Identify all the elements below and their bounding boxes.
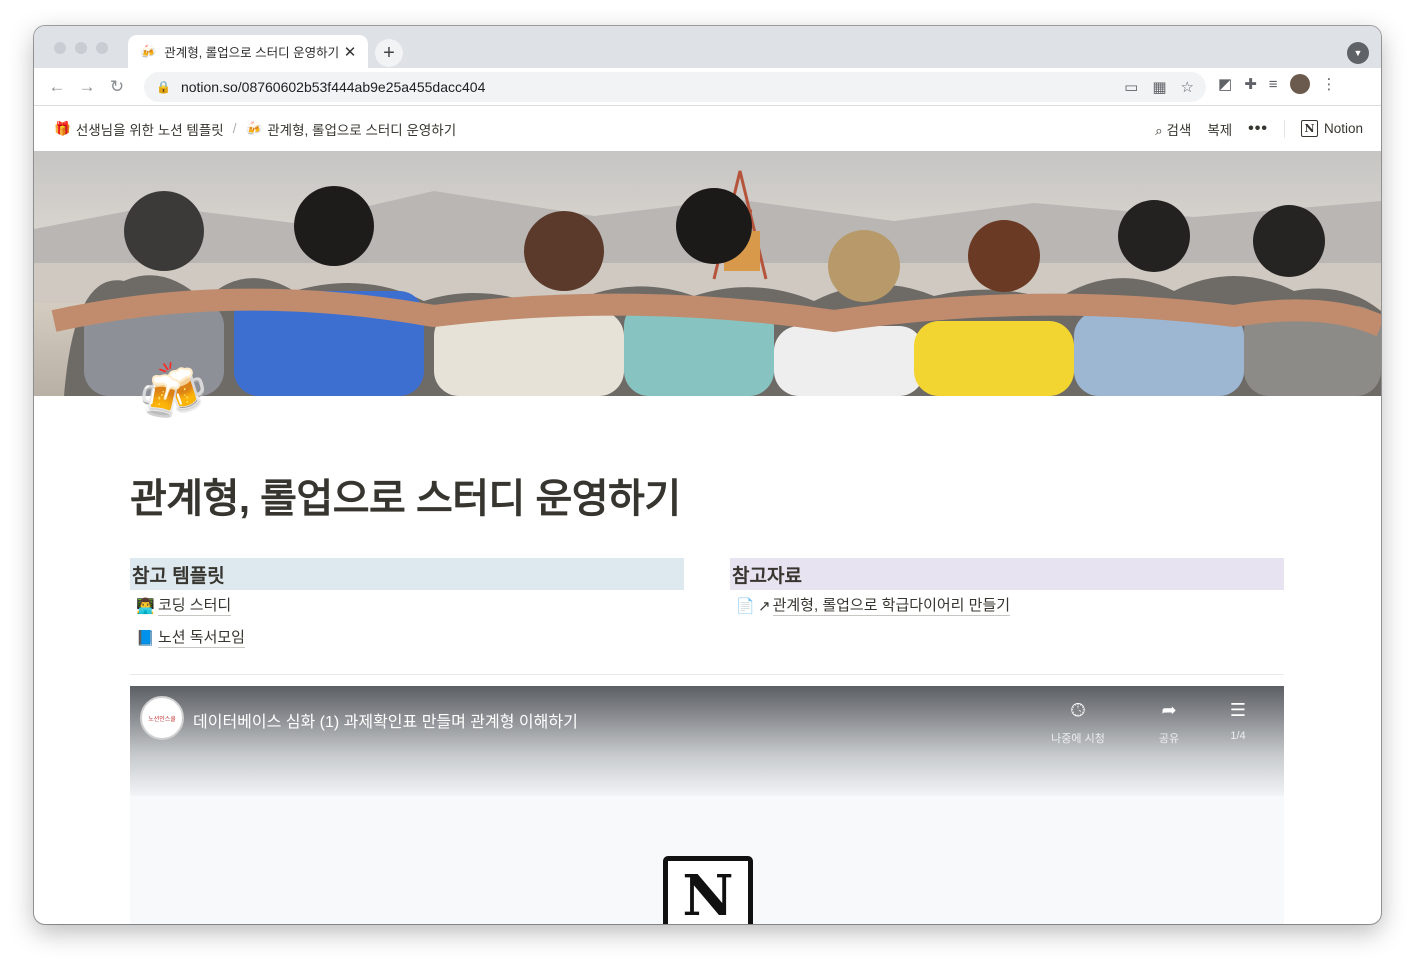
breadcrumb-item-current[interactable]: 🍻 관계형, 롤업으로 스터디 운영하기 <box>245 119 456 139</box>
breadcrumb-parent-label: 선생님을 위한 노션 템플릿 <box>75 122 224 138</box>
back-icon[interactable]: ← <box>42 77 72 97</box>
cover-photo-illustration <box>34 170 1381 396</box>
notion-label: Notion <box>1323 121 1363 136</box>
right-column-heading[interactable]: 참고자료 <box>730 558 1284 590</box>
page-link-class-diary[interactable]: 📄 ↗ 관계형, 롤업으로 학급다이어리 만들기 <box>730 590 1284 622</box>
maximize-window-button[interactable] <box>96 42 108 54</box>
breadcrumb-separator: / <box>232 121 237 136</box>
duplicate-button[interactable]: 복제 <box>1207 119 1232 139</box>
divider <box>130 674 1284 675</box>
forward-icon[interactable]: → <box>72 77 102 97</box>
share-button[interactable]: ➦ 공유 <box>1134 700 1204 746</box>
page-link-book-club[interactable]: 📘 노션 독서모임 <box>130 622 684 654</box>
address-bar[interactable]: 🔒 notion.so/08760602b53f444ab9e25a455dac… <box>144 72 1206 102</box>
tab-favicon-icon: 🍻 <box>140 43 157 59</box>
link-arrow-icon: ↗ <box>758 598 771 615</box>
youtube-embed[interactable]: 노션인스쿨 데이터베이스 심화 (1) 과제확인표 만들며 관계형 이해하기 🕓… <box>130 686 1284 924</box>
qr-code-icon[interactable]: ▦ <box>1152 78 1166 96</box>
more-options-icon[interactable]: ••• <box>1248 120 1268 138</box>
notion-logo-icon: N <box>663 856 753 924</box>
document-icon: 📄 <box>736 598 755 615</box>
url-text[interactable]: notion.so/08760602b53f444ab9e25a455dacc4… <box>181 79 1124 95</box>
window-controls <box>54 42 108 54</box>
two-column-layout: 참고 템플릿 👨‍💻 코딩 스터디 📘 노션 독서모임 참고자료 📄 ↗ 관계형… <box>130 558 1284 654</box>
browser-menu-icon[interactable]: ⋮ <box>1322 75 1337 93</box>
share-arrow-icon: ➦ <box>1161 700 1177 720</box>
reading-list-icon[interactable]: ≡ <box>1269 76 1278 93</box>
playlist-icon: ☰ <box>1229 700 1247 720</box>
channel-logo-text: 노션인스쿨 <box>148 716 176 723</box>
watch-later-button[interactable]: 🕓︎ 나중에 시청 <box>1043 700 1113 746</box>
gift-icon: 🎁 <box>54 120 71 136</box>
watch-later-label: 나중에 시청 <box>1051 733 1105 745</box>
tab-search-icon[interactable]: ▼ <box>1347 42 1369 64</box>
page-content: 관계형, 롤업으로 스터디 운영하기 참고 템플릿 👨‍💻 코딩 스터디 📘 노… <box>130 466 1284 924</box>
notion-logo-icon: N <box>1300 120 1318 137</box>
cover-image[interactable] <box>34 151 1381 396</box>
extensions-puzzle-icon[interactable]: ✚ <box>1244 75 1257 93</box>
page-title[interactable]: 관계형, 롤업으로 스터디 운영하기 <box>130 466 1284 524</box>
browser-window: 🍻 관계형, 롤업으로 스터디 운영하기 ✕ + ▼ ← → ↻ 🔒 notio… <box>34 26 1381 924</box>
breadcrumb-current-label: 관계형, 롤업으로 스터디 운영하기 <box>267 122 457 138</box>
lock-icon[interactable]: 🔒 <box>156 80 171 94</box>
notion-topbar: 🎁 선생님을 위한 노션 템플릿 / 🍻 관계형, 롤업으로 스터디 운영하기 … <box>34 106 1381 151</box>
channel-logo[interactable]: 노션인스쿨 <box>140 696 184 740</box>
beer-icon: 🍻 <box>245 120 263 136</box>
search-button[interactable]: ⌕ 검색 <box>1155 119 1191 139</box>
browser-toolbar: ← → ↻ 🔒 notion.so/08760602b53f444ab9e25a… <box>34 68 1381 106</box>
topbar-divider <box>1283 119 1285 138</box>
clock-icon: 🕓︎ <box>1070 700 1086 720</box>
new-tab-button[interactable]: + <box>375 39 403 67</box>
reload-icon[interactable]: ↻ <box>102 77 132 97</box>
cast-icon[interactable]: ▭ <box>1124 78 1138 96</box>
notion-button[interactable]: N Notion <box>1300 120 1363 137</box>
page-link-label: 코딩 스터디 <box>158 596 232 616</box>
page-link-label: 노션 독서모임 <box>158 628 245 648</box>
playlist-button[interactable]: ☰ 1/4 <box>1203 700 1273 742</box>
page-link-coding-study[interactable]: 👨‍💻 코딩 스터디 <box>130 590 684 622</box>
breadcrumb-item-parent[interactable]: 🎁 선생님을 위한 노션 템플릿 <box>54 119 224 139</box>
left-column-heading[interactable]: 참고 템플릿 <box>130 558 684 590</box>
search-label: 검색 <box>1166 122 1192 138</box>
minimize-window-button[interactable] <box>75 42 87 54</box>
tab-strip: 🍻 관계형, 롤업으로 스터디 운영하기 ✕ + ▼ <box>34 26 1381 68</box>
search-icon: ⌕ <box>1155 122 1163 138</box>
breadcrumb: 🎁 선생님을 위한 노션 템플릿 / 🍻 관계형, 롤업으로 스터디 운영하기 <box>54 119 1155 139</box>
page-icon[interactable]: 🍻 <box>138 364 208 420</box>
profile-avatar[interactable] <box>1289 74 1310 94</box>
book-icon: 📘 <box>136 630 155 647</box>
left-column: 참고 템플릿 👨‍💻 코딩 스터디 📘 노션 독서모임 <box>130 558 684 654</box>
share-label: 공유 <box>1158 733 1180 745</box>
browser-tab[interactable]: 🍻 관계형, 롤업으로 스터디 운영하기 ✕ <box>128 35 368 68</box>
coder-icon: 👨‍💻 <box>136 598 155 615</box>
tab-title: 관계형, 롤업으로 스터디 운영하기 <box>164 46 340 60</box>
bookmark-star-icon[interactable]: ☆ <box>1181 78 1194 96</box>
close-window-button[interactable] <box>54 42 66 54</box>
close-tab-icon[interactable]: ✕ <box>342 43 358 61</box>
playlist-position: 1/4 <box>1230 730 1246 742</box>
video-title[interactable]: 데이터베이스 심화 (1) 과제확인표 만들며 관계형 이해하기 <box>193 708 578 732</box>
right-column: 참고자료 📄 ↗ 관계형, 롤업으로 학급다이어리 만들기 <box>730 558 1284 654</box>
page-link-label: 관계형, 롤업으로 학급다이어리 만들기 <box>772 596 1011 616</box>
extension-send-icon[interactable]: ◩ <box>1218 75 1232 93</box>
